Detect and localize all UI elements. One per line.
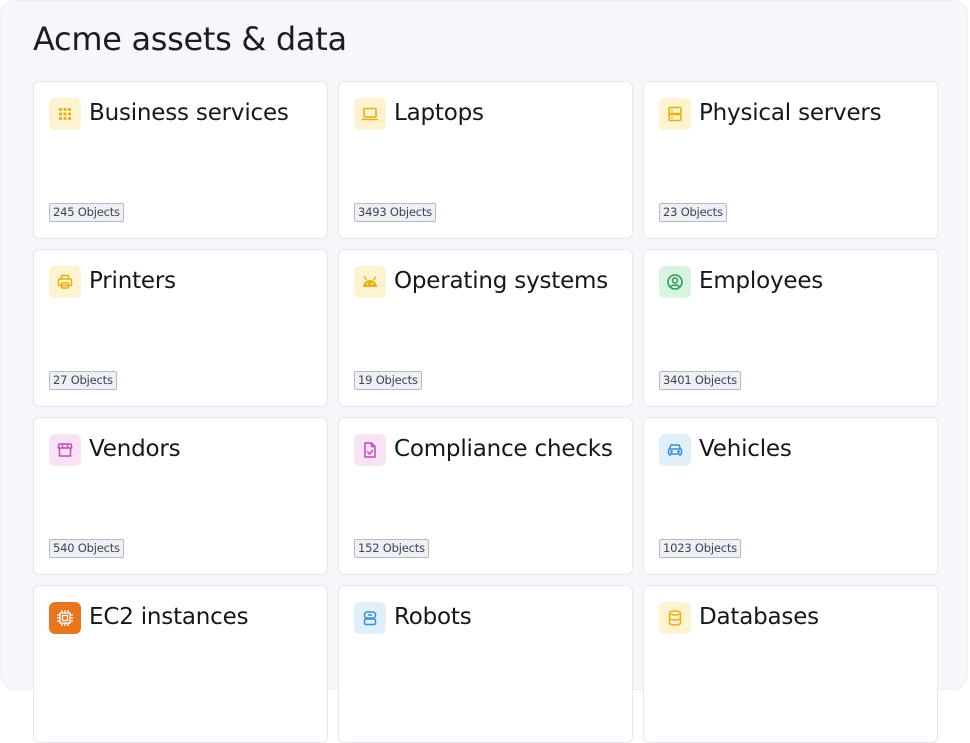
card-robots[interactable]: Robots (338, 585, 633, 743)
card-title: EC2 instances (89, 604, 249, 630)
card-title: Robots (394, 604, 472, 630)
page-title: Acme assets & data (33, 20, 347, 58)
card-laptops[interactable]: Laptops 3493 Objects (338, 81, 633, 239)
card-title: Vehicles (699, 436, 792, 462)
card-vendors[interactable]: Vendors 540 Objects (33, 417, 328, 575)
grid-dots-icon (49, 98, 81, 130)
aws-ec2-icon (49, 602, 81, 634)
object-count-badge: 1023 Objects (659, 539, 741, 558)
user-circle-icon (659, 266, 691, 298)
robot-icon (354, 602, 386, 634)
object-count-badge: 23 Objects (659, 203, 727, 222)
card-printers[interactable]: Printers 27 Objects (33, 249, 328, 407)
asset-card-grid: Business services 245 Objects Laptops 34… (33, 81, 938, 743)
object-count-badge: 540 Objects (49, 539, 124, 558)
assets-panel: Acme assets & data Business services 245… (0, 0, 968, 743)
object-count-badge: 27 Objects (49, 371, 117, 390)
card-databases[interactable]: Databases (643, 585, 938, 743)
card-employees[interactable]: Employees 3401 Objects (643, 249, 938, 407)
database-icon (659, 602, 691, 634)
object-count-badge: 152 Objects (354, 539, 429, 558)
car-icon (659, 434, 691, 466)
card-vehicles[interactable]: Vehicles 1023 Objects (643, 417, 938, 575)
card-ec2-instances[interactable]: EC2 instances (33, 585, 328, 743)
card-business-services[interactable]: Business services 245 Objects (33, 81, 328, 239)
server-icon (659, 98, 691, 130)
card-title: Vendors (89, 436, 181, 462)
card-physical-servers[interactable]: Physical servers 23 Objects (643, 81, 938, 239)
card-title: Employees (699, 268, 824, 294)
printer-icon (49, 266, 81, 298)
laptop-icon (354, 98, 386, 130)
card-operating-systems[interactable]: Operating systems 19 Objects (338, 249, 633, 407)
card-title: Operating systems (394, 268, 609, 294)
android-icon (354, 266, 386, 298)
object-count-badge: 245 Objects (49, 203, 124, 222)
object-count-badge: 19 Objects (354, 371, 422, 390)
store-icon (49, 434, 81, 466)
card-title: Printers (89, 268, 176, 294)
card-title: Business services (89, 100, 289, 126)
file-check-icon (354, 434, 386, 466)
object-count-badge: 3493 Objects (354, 203, 436, 222)
card-compliance-checks[interactable]: Compliance checks 152 Objects (338, 417, 633, 575)
card-title: Compliance checks (394, 436, 613, 462)
card-title: Physical servers (699, 100, 882, 126)
card-title: Laptops (394, 100, 484, 126)
object-count-badge: 3401 Objects (659, 371, 741, 390)
card-title: Databases (699, 604, 819, 630)
